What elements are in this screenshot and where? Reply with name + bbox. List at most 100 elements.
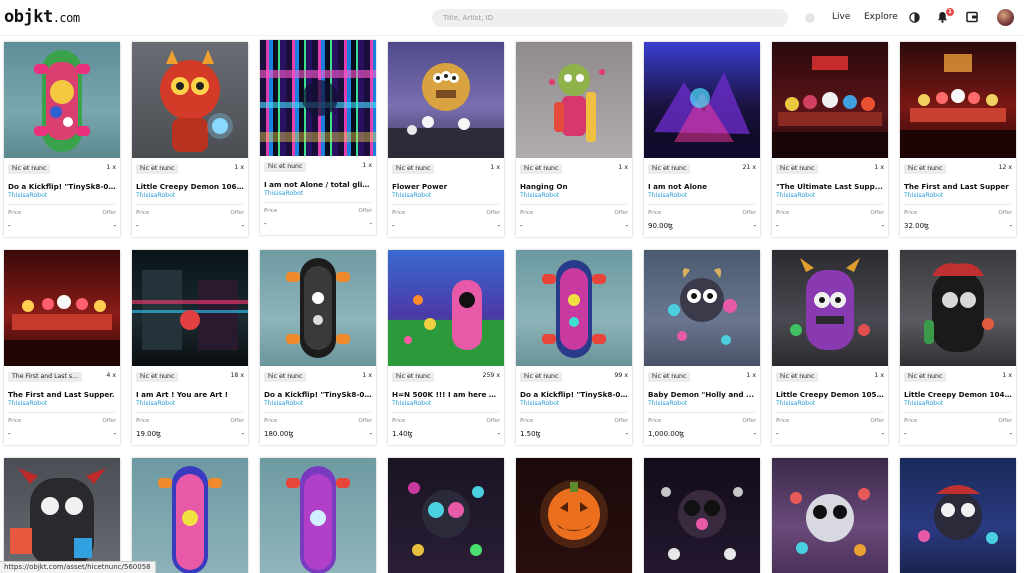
card-title[interactable]: I am Art ! You are Art ! bbox=[136, 390, 244, 399]
nft-card[interactable] bbox=[4, 458, 120, 573]
artwork-image[interactable] bbox=[388, 42, 504, 158]
artwork-image[interactable] bbox=[132, 250, 248, 366]
status-dot bbox=[805, 13, 815, 23]
artwork-image[interactable] bbox=[900, 250, 1016, 366]
nft-card[interactable]: hic et nunc 99 x Do a Kickflip! "TinySk8… bbox=[516, 250, 632, 445]
card-title[interactable]: Do a Kickflip! "TinySk8-05" bbox=[8, 182, 116, 191]
theme-toggle-icon[interactable] bbox=[907, 10, 921, 24]
nft-card[interactable]: The First and Last s... 4 x The First an… bbox=[4, 250, 120, 445]
wallet-icon[interactable] bbox=[965, 10, 979, 24]
price-label: Price bbox=[520, 210, 534, 216]
card-title[interactable]: I am not Alone / total glit... bbox=[264, 180, 372, 189]
artist-link[interactable]: ThisisaRobot bbox=[264, 190, 303, 197]
nav-live[interactable]: Live bbox=[832, 12, 850, 22]
nft-card[interactable] bbox=[516, 458, 632, 573]
nft-card[interactable] bbox=[644, 458, 760, 573]
offer-label: Offer bbox=[358, 418, 373, 424]
card-title[interactable]: Do a Kickflip! "TinySk8-03" bbox=[520, 390, 628, 399]
nft-card[interactable]: hic et nunc 1 x "The Ultimate Last Supp.… bbox=[772, 42, 888, 237]
nft-card[interactable]: hic et nunc 1 x Hanging On ThisisaRobot … bbox=[516, 42, 632, 237]
artist-link[interactable]: ThisisaRobot bbox=[904, 400, 943, 407]
artwork-image[interactable] bbox=[132, 42, 248, 158]
artwork-image[interactable] bbox=[772, 250, 888, 366]
platform-tag: hic et nunc bbox=[136, 164, 179, 174]
price-value: 1.50ꜩ bbox=[520, 430, 541, 438]
card-title[interactable]: H=N 500K !!! I am here si... bbox=[392, 390, 500, 399]
card-title[interactable]: Baby Demon "Holly and ... bbox=[648, 390, 756, 399]
platform-tag: hic et nunc bbox=[392, 164, 435, 174]
divider bbox=[520, 204, 628, 205]
nft-card[interactable]: hic et nunc 259 x H=N 500K !!! I am here… bbox=[388, 250, 504, 445]
artist-link[interactable]: ThisisaRobot bbox=[648, 400, 687, 407]
nft-card[interactable]: hic et nunc 12 x The First and Last Supp… bbox=[900, 42, 1016, 237]
artwork-image[interactable] bbox=[4, 458, 120, 573]
artist-link[interactable]: ThisisaRobot bbox=[136, 192, 175, 199]
artwork-image[interactable] bbox=[4, 250, 120, 366]
card-title[interactable]: Little Creepy Demon 105 ... bbox=[776, 390, 884, 399]
logo[interactable]: objkt.com bbox=[4, 7, 80, 27]
nft-card[interactable]: hic et nunc 1 x Flower Power ThisisaRobo… bbox=[388, 42, 504, 237]
offer-label: Offer bbox=[870, 210, 885, 216]
artist-link[interactable]: ThisisaRobot bbox=[392, 400, 431, 407]
artwork-image[interactable] bbox=[644, 42, 760, 158]
nft-card[interactable]: hic et nunc 1 x I am not Alone / total g… bbox=[260, 40, 376, 235]
card-title[interactable]: "The Ultimate Last Supp... bbox=[776, 182, 884, 191]
artwork-image[interactable] bbox=[644, 458, 760, 573]
card-title[interactable]: Little Creepy Demon 106 ... bbox=[136, 182, 244, 191]
offer-label: Offer bbox=[486, 210, 501, 216]
artist-link[interactable]: ThisisaRobot bbox=[264, 400, 303, 407]
artwork-image[interactable] bbox=[900, 458, 1016, 573]
search-input[interactable] bbox=[432, 9, 788, 27]
card-title[interactable]: I am not Alone bbox=[648, 182, 756, 191]
artwork-image[interactable] bbox=[260, 40, 376, 156]
nft-card[interactable] bbox=[900, 458, 1016, 573]
offer-value: - bbox=[1009, 430, 1012, 438]
nft-card[interactable] bbox=[772, 458, 888, 573]
card-title[interactable]: The First and Last Supper. bbox=[8, 390, 116, 399]
offer-value: - bbox=[625, 430, 628, 438]
nft-card[interactable] bbox=[132, 458, 248, 573]
artwork-image[interactable] bbox=[516, 250, 632, 366]
artist-link[interactable]: ThisisaRobot bbox=[648, 192, 687, 199]
nft-card[interactable]: hic et nunc 1 x Baby Demon "Holly and ..… bbox=[644, 250, 760, 445]
card-title[interactable]: The First and Last Supper bbox=[904, 182, 1012, 191]
offer-label: Offer bbox=[998, 210, 1013, 216]
artwork-image[interactable] bbox=[388, 250, 504, 366]
card-title[interactable]: Flower Power bbox=[392, 182, 500, 191]
artwork-image[interactable] bbox=[772, 458, 888, 573]
nft-card[interactable] bbox=[388, 458, 504, 573]
artwork-image[interactable] bbox=[516, 42, 632, 158]
nav-explore[interactable]: Explore bbox=[864, 12, 898, 22]
artist-link[interactable]: ThisisaRobot bbox=[776, 192, 815, 199]
nft-card[interactable] bbox=[260, 458, 376, 573]
card-title[interactable]: Little Creepy Demon 104 ... bbox=[904, 390, 1012, 399]
nft-card[interactable]: hic et nunc 21 x I am not Alone ThisisaR… bbox=[644, 42, 760, 237]
artist-link[interactable]: ThisisaRobot bbox=[904, 192, 943, 199]
card-title[interactable]: Hanging On bbox=[520, 182, 628, 191]
artist-link[interactable]: ThisisaRobot bbox=[8, 400, 47, 407]
artwork-image[interactable] bbox=[644, 250, 760, 366]
artwork-image[interactable] bbox=[260, 250, 376, 366]
nft-card[interactable]: hic et nunc 1 x Do a Kickflip! "TinySk8-… bbox=[4, 42, 120, 237]
artwork-image[interactable] bbox=[516, 458, 632, 573]
artwork-image[interactable] bbox=[4, 42, 120, 158]
artwork-image[interactable] bbox=[772, 42, 888, 158]
offer-value: - bbox=[497, 430, 500, 438]
artist-link[interactable]: ThisisaRobot bbox=[136, 400, 175, 407]
artist-link[interactable]: ThisisaRobot bbox=[392, 192, 431, 199]
artist-link[interactable]: ThisisaRobot bbox=[520, 192, 559, 199]
nft-card[interactable]: hic et nunc 1 x Little Creepy Demon 104 … bbox=[900, 250, 1016, 445]
artist-link[interactable]: ThisisaRobot bbox=[8, 192, 47, 199]
nft-card[interactable]: hic et nunc 1 x Little Creepy Demon 105 … bbox=[772, 250, 888, 445]
nft-card[interactable]: hic et nunc 18 x I am Art ! You are Art … bbox=[132, 250, 248, 445]
card-title[interactable]: Do a Kickflip! "TinySk8-04" bbox=[264, 390, 372, 399]
artwork-image[interactable] bbox=[260, 458, 376, 573]
artwork-image[interactable] bbox=[132, 458, 248, 573]
nft-card[interactable]: hic et nunc 1 x Little Creepy Demon 106 … bbox=[132, 42, 248, 237]
artist-link[interactable]: ThisisaRobot bbox=[776, 400, 815, 407]
avatar[interactable] bbox=[997, 9, 1014, 26]
nft-card[interactable]: hic et nunc 1 x Do a Kickflip! "TinySk8-… bbox=[260, 250, 376, 445]
artist-link[interactable]: ThisisaRobot bbox=[520, 400, 559, 407]
artwork-image[interactable] bbox=[388, 458, 504, 573]
artwork-image[interactable] bbox=[900, 42, 1016, 158]
